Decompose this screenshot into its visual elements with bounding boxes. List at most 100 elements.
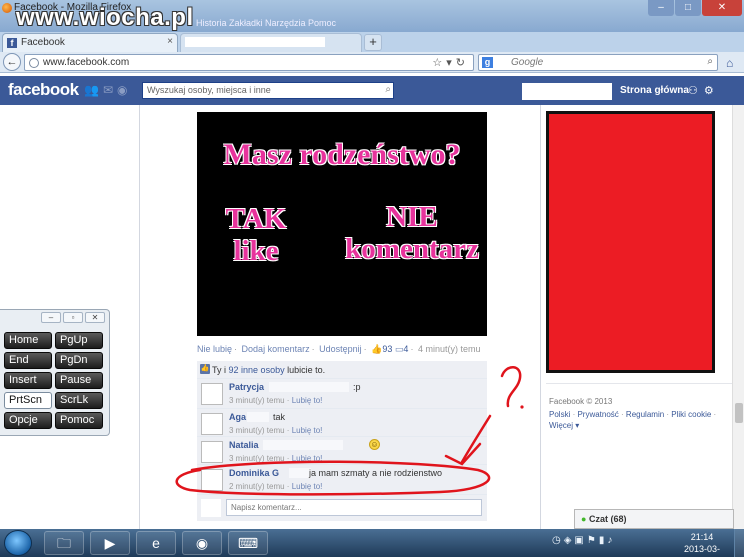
key-end[interactable]: End (4, 352, 52, 369)
like-count[interactable]: 93 (382, 344, 392, 354)
keyboard-minimize-button[interactable]: – (41, 312, 61, 323)
like-thumb-icon: 👍 (200, 364, 210, 374)
key-insert[interactable]: Insert (4, 372, 52, 389)
comment-text: tak (273, 412, 286, 422)
comment-time[interactable]: 2 minut(y) temu (229, 482, 285, 491)
browser-title-bar: Facebook - Mozilla Firefox www.wiocha.pl… (0, 0, 744, 32)
keyboard-window-controls: – ▫ ✕ (41, 312, 105, 323)
redacted-name (247, 412, 269, 422)
footer-link-cookies[interactable]: Pliki cookie (671, 410, 711, 419)
footer-link-language[interactable]: Polski (549, 410, 570, 419)
footer-link-more[interactable]: Więcej ▾ (549, 421, 579, 430)
comment-author[interactable]: Aga (229, 412, 246, 422)
system-tray-icons[interactable]: ◷◈▣⚑▮♪ (552, 535, 615, 546)
comment-count[interactable]: 4 (403, 344, 408, 354)
facebook-header: facebook 👥✉◉ Wyszukaj osoby, miejsca i i… (0, 76, 744, 105)
footer-link-privacy[interactable]: Prywatność (577, 410, 618, 419)
comment-author[interactable]: Natalia (229, 440, 259, 450)
bookmark-star-icon[interactable]: ☆▾↻ (432, 56, 469, 69)
profile-name-link[interactable] (522, 83, 612, 100)
footer-links: Polski · Prywatność · Regulamin · Pliki … (549, 410, 717, 430)
new-tab-button[interactable]: + (364, 34, 382, 51)
scrollbar-thumb[interactable] (735, 403, 743, 423)
maximize-button[interactable]: □ (675, 0, 701, 16)
comment-text: ja mam szmaty a nie rodzienstwo (309, 468, 443, 478)
facebook-search-input[interactable]: Wyszukaj osoby, miejsca i inne ⌕ (142, 82, 394, 99)
keyboard-app-icon[interactable]: ⌨ (228, 531, 268, 555)
comment-item: Patrycja :p 3 minut(y) temu · Lubię to! (197, 379, 487, 409)
internet-explorer-icon[interactable]: e (136, 531, 176, 555)
url-bar[interactable]: www.facebook.com ☆▾↻ (24, 54, 474, 71)
sponsored-ad-box[interactable] (546, 111, 715, 373)
settings-icon[interactable]: ⚇⚙ (688, 84, 720, 97)
browser-search-input[interactable]: g Google ⌕ (478, 54, 718, 71)
chat-online-icon: ● (581, 514, 587, 524)
add-comment-link[interactable]: Dodaj komentarz (242, 344, 310, 354)
key-prtscn[interactable]: PrtScn (4, 392, 52, 409)
globe-icon (29, 58, 39, 68)
comment-like-link[interactable]: Lubię to! (292, 454, 323, 463)
post-actions: Nie lubię · Dodaj komentarz · Udostępnij · … (197, 344, 481, 354)
avatar[interactable] (201, 383, 223, 405)
chat-bar[interactable]: ● Czat (68) (574, 509, 734, 529)
likes-others-link[interactable]: 92 inne osoby (229, 365, 285, 375)
back-button[interactable]: ← (3, 53, 21, 71)
media-player-icon[interactable]: ▶ (90, 531, 130, 555)
search-icon[interactable]: ⌕ (707, 56, 713, 67)
comment-like-link[interactable]: Lubię to! (292, 396, 323, 405)
share-link[interactable]: Udostępnij (319, 344, 362, 354)
close-window-button[interactable]: ✕ (702, 0, 742, 16)
avatar[interactable] (201, 413, 223, 435)
key-help[interactable]: Pomoc (55, 412, 103, 429)
redacted-name (269, 382, 349, 392)
google-icon: g (482, 57, 493, 68)
comment-like-link[interactable]: Lubię to! (292, 482, 323, 491)
home-icon[interactable]: ⌂ (726, 56, 733, 70)
key-pause[interactable]: Pause (55, 372, 103, 389)
facebook-logo[interactable]: facebook (8, 80, 79, 100)
firefox-taskbar-icon[interactable]: ◉ (182, 531, 222, 555)
comment-time[interactable]: 3 minut(y) temu (229, 426, 285, 435)
tab-close-icon[interactable]: × (167, 36, 173, 47)
key-pgdn[interactable]: PgDn (55, 352, 103, 369)
post-image[interactable]: Masz rodzeństwo? TAK like NIE komentarz (197, 112, 487, 336)
comment-author[interactable]: Dominika G (229, 468, 279, 478)
comment-author[interactable]: Patrycja (229, 382, 264, 392)
key-scrlk[interactable]: ScrLk (55, 392, 103, 409)
key-options[interactable]: Opcje (4, 412, 52, 429)
comment-input[interactable]: Napisz komentarz... (226, 499, 482, 516)
comment-time[interactable]: 3 minut(y) temu (229, 454, 285, 463)
avatar[interactable] (201, 441, 223, 463)
post-image-yes: TAK like (225, 203, 287, 267)
page-scrollbar[interactable] (732, 105, 744, 529)
comment-item: Natalia ☺ 3 minut(y) temu · Lubię to! (197, 437, 487, 465)
comment-time[interactable]: 3 minut(y) temu (229, 396, 285, 405)
start-button[interactable] (4, 530, 32, 556)
copyright-text: Facebook © 2013 (549, 397, 613, 406)
search-icon[interactable]: ⌕ (385, 84, 391, 95)
key-home[interactable]: Home (4, 332, 52, 349)
keyboard-close-button[interactable]: ✕ (85, 312, 105, 323)
post-image-no: NIE komentarz (345, 201, 479, 265)
footer-link-terms[interactable]: Regulamin (626, 410, 664, 419)
tab-facebook[interactable]: f Facebook × (2, 33, 178, 52)
unlike-link[interactable]: Nie lubię (197, 344, 232, 354)
comment-meta: 3 minut(y) temu · Lubię to! (229, 426, 323, 435)
redacted-name (289, 468, 311, 478)
tab-label: Facebook (21, 37, 65, 48)
avatar[interactable] (201, 469, 223, 491)
minimize-button[interactable]: – (648, 0, 674, 16)
keyboard-maximize-button[interactable]: ▫ (63, 312, 83, 323)
key-pgup[interactable]: PgUp (55, 332, 103, 349)
home-link[interactable]: Strona główna (620, 85, 689, 96)
post-time[interactable]: 4 minut(y) temu (418, 344, 481, 354)
comment-like-link[interactable]: Lubię to! (292, 426, 323, 435)
show-desktop-button[interactable] (734, 529, 744, 557)
menu-bar[interactable]: Historia Zakładki Narzędzia Pomoc (196, 18, 336, 28)
notification-jewels-icon[interactable]: 👥✉◉ (84, 83, 131, 97)
search-placeholder: Google (511, 57, 544, 68)
redacted-tab-title (185, 37, 325, 47)
explorer-folder-icon[interactable]: 🗀 (44, 531, 84, 555)
tab-second[interactable] (180, 33, 362, 52)
system-clock[interactable]: 21:14 2013-03-04 (680, 531, 724, 557)
